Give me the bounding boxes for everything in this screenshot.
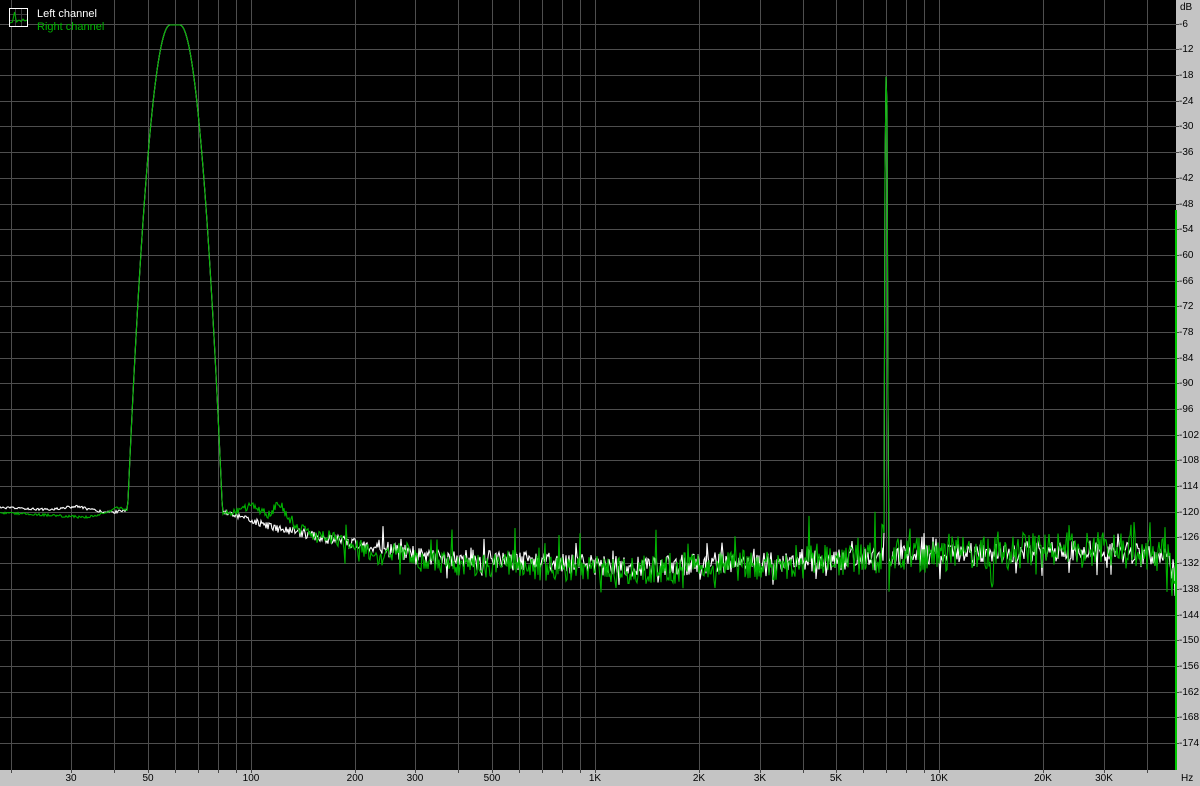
db-unit-label: dB — [1180, 2, 1193, 13]
db-tick-label: -168 — [1179, 712, 1200, 723]
db-tick-label: -48 — [1179, 199, 1194, 210]
hz-tick-label: 50 — [142, 773, 154, 784]
hz-tick-label: 10K — [930, 773, 948, 784]
legend: Left channel Right channel — [9, 8, 104, 34]
spectrum-mini-icon — [9, 8, 28, 27]
hz-tick — [458, 770, 459, 773]
db-tick-label: -96 — [1179, 404, 1194, 415]
db-tick-label: -78 — [1179, 327, 1194, 338]
legend-left-channel-label: Left channel — [37, 8, 97, 20]
db-tick-label: -174 — [1179, 738, 1200, 749]
hz-tick — [175, 770, 176, 773]
db-tick-label: -66 — [1179, 276, 1194, 287]
grid-lines — [0, 0, 1176, 770]
hz-tick-label: 30 — [65, 773, 77, 784]
hz-axis-strip: Hz 30 50 100 200 300 500 1K 2K 3K 5K 10K 20K 30K — [0, 770, 1200, 786]
hz-tick-label: 500 — [483, 773, 501, 784]
right-edge-marker — [1175, 210, 1177, 770]
hz-tick — [542, 770, 543, 773]
spectrum-analyzer-window: Left channel Right channel dB -6 -12 -18 -2… — [0, 0, 1200, 786]
hz-unit-label: Hz — [1181, 773, 1194, 784]
hz-tick — [803, 770, 804, 773]
hz-tick — [1147, 770, 1148, 773]
db-axis-strip: dB -6 -12 -18 -24 -30 -36 -42 -48 -54 -60 -66 -72 -7… — [1176, 0, 1200, 770]
hz-tick — [886, 770, 887, 773]
db-tick-label: -12 — [1179, 44, 1194, 55]
db-tick-label: -138 — [1179, 584, 1200, 595]
hz-tick — [562, 770, 563, 773]
hz-tick — [11, 770, 12, 773]
db-tick-label: -102 — [1179, 430, 1200, 441]
db-tick-label: -150 — [1179, 635, 1200, 646]
db-tick-label: -156 — [1179, 661, 1200, 672]
db-tick-label: -18 — [1179, 70, 1194, 81]
hz-tick-label: 300 — [406, 773, 424, 784]
db-tick-label: -162 — [1179, 687, 1200, 698]
db-tick-label: -72 — [1179, 301, 1194, 312]
hz-tick-label: 100 — [242, 773, 260, 784]
db-tick-label: -90 — [1179, 378, 1194, 389]
db-tick-label: -114 — [1179, 481, 1199, 492]
db-tick-label: -120 — [1179, 507, 1200, 518]
hz-tick-label: 30K — [1095, 773, 1113, 784]
db-tick-label: -126 — [1179, 532, 1200, 543]
db-tick-label: -24 — [1179, 96, 1194, 107]
right-channel-trace — [0, 24, 1176, 596]
hz-tick — [218, 770, 219, 773]
db-tick-label: -54 — [1179, 224, 1194, 235]
db-tick-label: -132 — [1179, 558, 1200, 569]
spectrum-chart — [0, 0, 1176, 770]
db-tick-label: -60 — [1179, 250, 1194, 261]
db-tick-label: -30 — [1179, 121, 1194, 132]
hz-tick — [198, 770, 199, 773]
db-tick-label: -84 — [1179, 353, 1194, 364]
plot-area: Left channel Right channel — [0, 0, 1176, 770]
hz-tick-label: 3K — [753, 773, 767, 784]
hz-tick-label: 20K — [1034, 773, 1052, 784]
db-tick-label: -6 — [1179, 19, 1188, 30]
db-tick-label: -108 — [1179, 455, 1200, 466]
hz-tick — [906, 770, 907, 773]
hz-tick — [863, 770, 864, 773]
hz-tick-label: 1K — [588, 773, 602, 784]
db-tick-label: -36 — [1179, 147, 1194, 158]
db-tick-label: -144 — [1179, 610, 1200, 621]
hz-tick-label: 5K — [829, 773, 843, 784]
left-channel-trace — [0, 24, 1176, 596]
hz-tick-label: 200 — [346, 773, 364, 784]
db-tick-label: -42 — [1179, 173, 1194, 184]
legend-right-channel-label: Right channel — [37, 21, 105, 33]
hz-tick-label: 2K — [692, 773, 706, 784]
hz-tick — [114, 770, 115, 773]
hz-tick — [519, 770, 520, 773]
